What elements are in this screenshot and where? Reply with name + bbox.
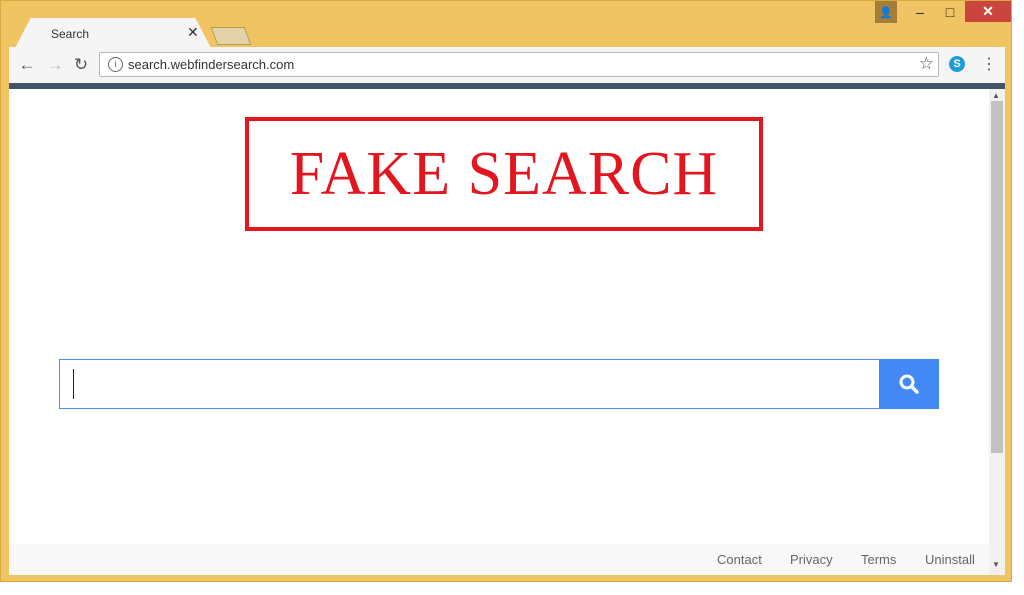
fake-search-logo: FAKE SEARCH xyxy=(245,117,763,231)
tab-search[interactable]: Search ✕ xyxy=(15,18,211,48)
tab-close-icon[interactable]: ✕ xyxy=(187,24,199,41)
footer-link-uninstall[interactable]: Uninstall xyxy=(925,552,975,567)
address-bar[interactable]: i search.webfindersearch.com ☆ xyxy=(99,52,939,77)
page-footer: Contact Privacy Terms Uninstall xyxy=(9,544,989,575)
minimize-button[interactable]: – xyxy=(905,1,935,22)
url-text: search.webfindersearch.com xyxy=(128,57,295,72)
info-icon[interactable]: i xyxy=(108,57,123,72)
reload-icon[interactable]: ↻ xyxy=(71,55,91,75)
back-icon[interactable]: ← xyxy=(17,55,37,75)
page-viewport: FAKE SEARCH Contact Privacy Terms Uninst… xyxy=(9,89,989,575)
text-caret xyxy=(73,369,74,399)
search-input[interactable] xyxy=(59,359,880,409)
close-window-button[interactable]: ✕ xyxy=(965,1,1011,22)
scroll-down-icon[interactable]: ▼ xyxy=(992,560,1000,569)
window-controls: 👤 – □ ✕ xyxy=(875,1,1011,23)
footer-link-terms[interactable]: Terms xyxy=(861,552,896,567)
forward-icon[interactable]: → xyxy=(45,55,65,75)
scroll-thumb[interactable] xyxy=(991,101,1003,453)
browser-window: Search ✕ 👤 – □ ✕ ← → ↻ i search.webfinde… xyxy=(0,0,1012,582)
footer-link-privacy[interactable]: Privacy xyxy=(790,552,833,567)
vertical-scrollbar[interactable]: ▲ ▼ xyxy=(989,89,1005,575)
menu-icon[interactable]: ⋮ xyxy=(981,54,997,74)
profile-icon[interactable]: 👤 xyxy=(875,1,897,23)
star-icon[interactable]: ☆ xyxy=(919,54,934,74)
search-button[interactable] xyxy=(879,359,939,409)
browser-toolbar: ← → ↻ i search.webfindersearch.com ☆ S ⋮ xyxy=(9,47,1005,83)
maximize-button[interactable]: □ xyxy=(935,1,965,22)
tab-title: Search xyxy=(51,27,90,41)
tab-bar: Search ✕ 👤 – □ ✕ xyxy=(1,1,1011,48)
logo-text: FAKE SEARCH xyxy=(289,139,719,208)
new-tab-button[interactable] xyxy=(210,27,252,45)
footer-link-contact[interactable]: Contact xyxy=(717,552,762,567)
skype-icon[interactable]: S xyxy=(949,56,965,72)
search-icon xyxy=(899,374,919,394)
scroll-up-icon[interactable]: ▲ xyxy=(992,91,1000,100)
